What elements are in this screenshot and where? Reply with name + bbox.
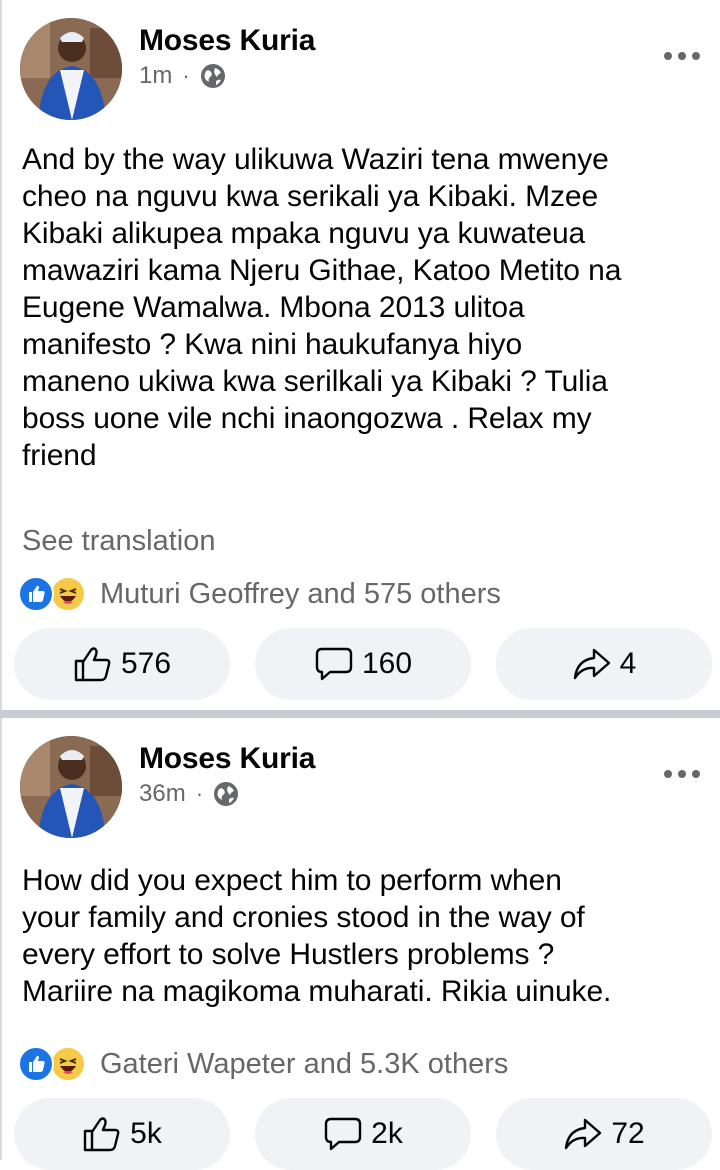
reaction-icons (18, 1044, 96, 1084)
more-options-icon[interactable] (662, 762, 702, 786)
post-text-line: your family and cronies stood in the way… (22, 901, 585, 934)
post-text: And by the way ulikuwa Waziri tena mweny… (22, 141, 712, 474)
like-button[interactable]: 5k (14, 1098, 230, 1170)
post-text-line: Mariire na magikoma muharati. Rikia uinu… (22, 975, 612, 1008)
post-text-line: maneno ukiwa kwa serilkali ya Kibaki ? T… (22, 365, 608, 398)
meta-separator: · (182, 63, 190, 88)
haha-reaction-icon (50, 576, 86, 612)
share-icon (573, 648, 610, 680)
post-text-line: cheo na nguvu kwa serikali ya Kibaki. Mz… (22, 180, 599, 213)
post-text-line: mawaziri kama Njeru Githae, Katoo Metito… (22, 254, 622, 287)
more-options-icon[interactable] (662, 44, 702, 68)
comment-count: 160 (361, 647, 413, 680)
reactions-summary[interactable]: Muturi Geoffrey and 575 others (18, 574, 501, 614)
post-header: Moses Kuria 36m · (2, 718, 720, 838)
avatar[interactable] (20, 736, 122, 838)
post-1: Moses Kuria 1m · And by the way ulikuwa (0, 0, 720, 710)
haha-reaction-icon (50, 1046, 86, 1082)
comment-icon (324, 1117, 362, 1151)
like-reaction-icon (18, 1046, 54, 1082)
comment-button[interactable]: 160 (255, 628, 471, 700)
post-2: Moses Kuria 36m · How did you expect him (0, 718, 720, 1170)
reactions-text: Gateri Wapeter and 5.3K others (100, 1047, 509, 1080)
like-button[interactable]: 576 (14, 628, 230, 700)
share-count: 4 (619, 647, 637, 680)
like-count: 5k (130, 1117, 162, 1150)
post-divider (0, 710, 720, 718)
post-text-line: And by the way ulikuwa Waziri tena mweny… (22, 143, 609, 176)
post-actions: 5k 2k 72 (14, 1098, 714, 1170)
post-meta: 1m · (139, 62, 226, 90)
globe-icon (213, 781, 239, 807)
like-count: 576 (120, 647, 172, 680)
post-text: How did you expect him to perform when y… (22, 862, 712, 1010)
post-text-line: How did you expect him to perform when (22, 864, 562, 897)
comment-icon (315, 647, 353, 681)
like-reaction-icon (18, 576, 54, 612)
share-count: 72 (611, 1117, 645, 1150)
post-header: Moses Kuria 1m · (2, 0, 720, 120)
post-meta: 36m · (139, 780, 239, 808)
globe-icon (200, 63, 226, 89)
post-text-line: manifesto ? Kwa nini haukufanya hiyo (22, 328, 523, 361)
avatar[interactable] (20, 18, 122, 120)
post-time[interactable]: 36m (139, 780, 186, 808)
share-button[interactable]: 72 (496, 1098, 712, 1170)
reaction-icons (18, 574, 96, 614)
thumbs-up-icon (83, 1117, 120, 1152)
author-name[interactable]: Moses Kuria (139, 742, 315, 776)
reactions-text: Muturi Geoffrey and 575 others (100, 577, 501, 610)
thumbs-up-icon (74, 647, 111, 682)
meta-separator: · (195, 781, 204, 806)
post-text-line: boss uone vile nchi inaongozwa . Relax m… (22, 402, 592, 435)
author-name[interactable]: Moses Kuria (139, 24, 315, 58)
post-text-line: friend (22, 439, 97, 472)
post-text-line: every effort to solve Hustlers problems … (22, 938, 555, 971)
see-translation-link[interactable]: See translation (22, 525, 215, 558)
reactions-summary[interactable]: Gateri Wapeter and 5.3K others (18, 1044, 508, 1084)
comment-button[interactable]: 2k (255, 1098, 471, 1170)
comment-count: 2k (371, 1117, 403, 1150)
share-icon (565, 1118, 602, 1150)
share-button[interactable]: 4 (496, 628, 712, 700)
post-text-line: Kibaki alikupea mpaka nguvu ya kuwateua (22, 217, 586, 250)
post-actions: 576 160 4 (14, 628, 714, 700)
post-text-line: Eugene Wamalwa. Mbona 2013 ulitoa (22, 291, 525, 324)
post-time[interactable]: 1m (139, 62, 172, 90)
